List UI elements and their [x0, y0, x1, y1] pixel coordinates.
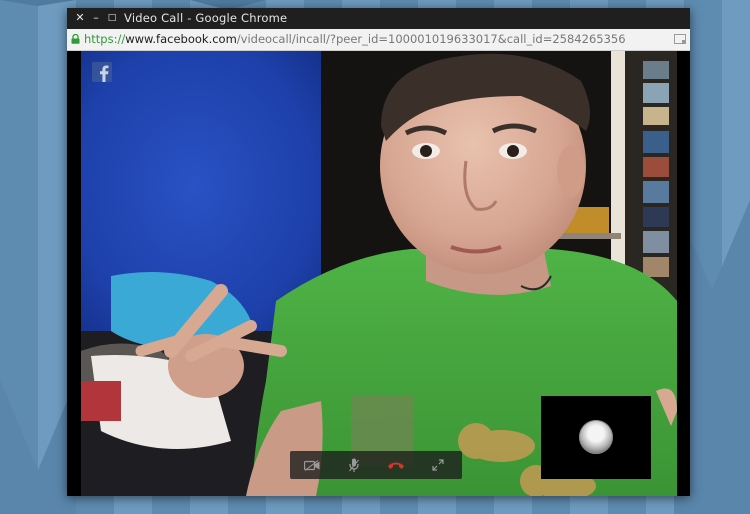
maximize-button[interactable]: □ — [105, 11, 119, 25]
microphone-icon — [349, 458, 359, 472]
video-camera-icon — [304, 459, 320, 471]
url-scheme: https:// — [84, 32, 126, 46]
url-host: www.facebook.com — [125, 32, 237, 46]
camera-toggle-button[interactable] — [292, 451, 332, 479]
minimize-button[interactable]: – — [89, 11, 103, 25]
url-text[interactable]: https://www.facebook.com/videocall/incal… — [84, 32, 626, 47]
browser-window: ✕ – □ Video Call - Google Chrome https:/… — [67, 8, 690, 496]
lock-icon — [71, 34, 80, 44]
address-bar[interactable]: https://www.facebook.com/videocall/incal… — [67, 29, 690, 51]
close-button[interactable]: ✕ — [73, 11, 87, 25]
call-controls — [290, 451, 462, 479]
self-view[interactable] — [541, 396, 651, 479]
window-title: Video Call - Google Chrome — [124, 11, 288, 25]
page-action-icon[interactable] — [674, 34, 686, 44]
end-call-button[interactable] — [376, 451, 416, 479]
mute-button[interactable] — [334, 451, 374, 479]
hang-up-icon — [388, 462, 404, 469]
remote-video — [81, 51, 677, 496]
expand-icon — [432, 459, 444, 471]
title-bar[interactable]: ✕ – □ Video Call - Google Chrome — [67, 8, 690, 29]
url-path: /videocall/incall/?peer_id=1000010196330… — [236, 32, 626, 46]
self-avatar-icon — [579, 420, 613, 454]
fullscreen-button[interactable] — [418, 451, 458, 479]
facebook-icon — [92, 62, 112, 82]
